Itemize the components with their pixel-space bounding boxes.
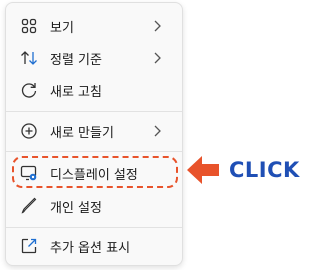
highlight-box [12, 156, 178, 188]
chevron-right-icon [150, 50, 164, 66]
sort-icon [20, 49, 38, 67]
menu-item-label: 보기 [50, 20, 74, 36]
menu-item-label: 정렬 기준 [50, 52, 102, 68]
chevron-right-icon [150, 123, 164, 139]
menu-separator [6, 111, 182, 112]
menu-item-show-more-options[interactable]: 추가 옵션 표시 [12, 231, 176, 261]
brush-icon [20, 197, 38, 215]
menu-item-refresh[interactable]: 새로 고침 [12, 75, 176, 105]
menu-item-label: 추가 옵션 표시 [50, 240, 131, 256]
click-callout: CLICK [185, 152, 299, 188]
menu-item-new[interactable]: 새로 만들기 [12, 116, 176, 146]
menu-item-label: 새로 만들기 [50, 125, 114, 141]
add-circle-icon [20, 122, 38, 140]
menu-item-personalize[interactable]: 개인 설정 [12, 191, 176, 221]
grid-icon [20, 17, 38, 35]
menu-item-view[interactable]: 보기 [12, 11, 176, 41]
menu-item-label: 새로 고침 [50, 84, 102, 100]
menu-separator [6, 151, 182, 152]
menu-separator [6, 227, 182, 228]
open-external-icon [20, 237, 38, 255]
menu-item-sort-by[interactable]: 정렬 기준 [12, 43, 176, 73]
menu-item-label: 개인 설정 [50, 200, 102, 216]
chevron-right-icon [150, 18, 164, 34]
click-label: CLICK [229, 158, 300, 182]
refresh-icon [20, 81, 38, 99]
arrow-left-icon [185, 154, 221, 186]
context-menu: 보기 정렬 기준 새로 고침 새로 만들기 디스플레이 설정 개인 설정 추가 … [5, 2, 183, 266]
